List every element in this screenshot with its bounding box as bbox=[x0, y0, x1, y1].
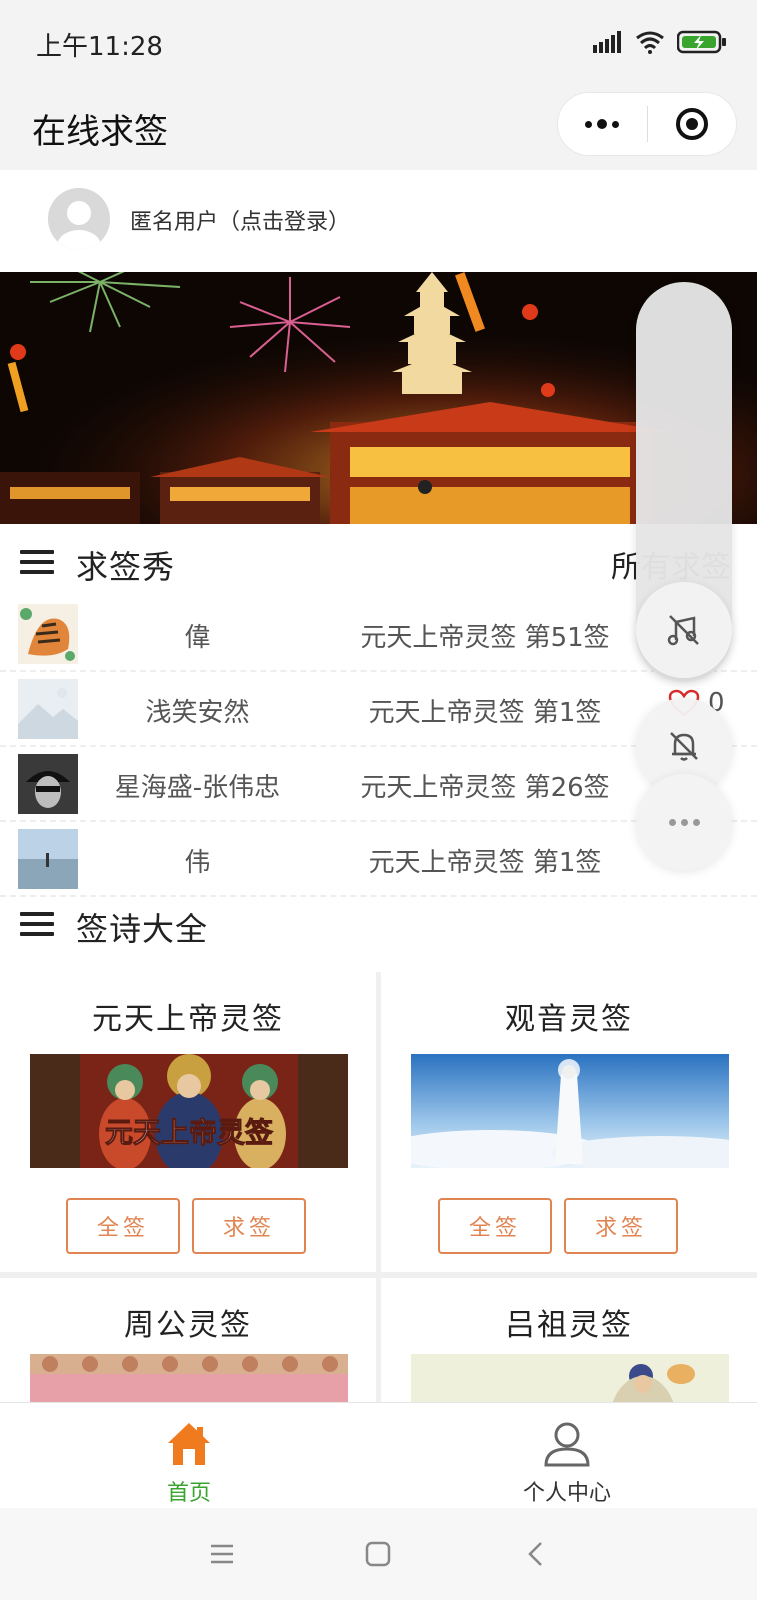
zhougong-image bbox=[30, 1354, 348, 1402]
battery-icon bbox=[677, 30, 726, 54]
poem-card[interactable]: 观音灵签 全签 求签 bbox=[381, 972, 757, 1272]
nav-home-button[interactable] bbox=[356, 1532, 400, 1576]
close-mini-program-button[interactable] bbox=[648, 93, 737, 155]
card-title: 元天上帝灵签 bbox=[92, 1002, 284, 1037]
draw-result: 元天上帝灵签 第1签 bbox=[368, 848, 602, 878]
page-title: 在线求签 bbox=[32, 112, 168, 152]
card-title: 周公灵签 bbox=[124, 1308, 252, 1343]
square-icon bbox=[365, 1541, 391, 1567]
avatar bbox=[48, 188, 110, 250]
draw-result: 元天上帝灵签 第1签 bbox=[368, 698, 602, 728]
tab-profile[interactable]: 个人中心 bbox=[378, 1413, 756, 1506]
guanyin-image bbox=[411, 1054, 729, 1168]
floating-music-button[interactable] bbox=[636, 582, 732, 678]
card-title: 观音灵签 bbox=[505, 1002, 633, 1037]
poem-card[interactable]: 元天上帝灵签 元天上帝灵签 全签 求签 bbox=[0, 972, 376, 1272]
user-icon bbox=[544, 1422, 590, 1467]
carousel-indicator[interactable] bbox=[418, 480, 432, 494]
all-poems-button[interactable]: 全签 bbox=[438, 1198, 552, 1254]
target-icon bbox=[675, 108, 708, 140]
status-time: 上午11:28 bbox=[36, 32, 163, 62]
card-title: 吕祖灵签 bbox=[505, 1308, 633, 1343]
user-avatar bbox=[18, 604, 78, 664]
system-nav-bar bbox=[0, 1508, 757, 1600]
user-name: 偉 bbox=[184, 623, 211, 653]
draw-result: 元天上帝灵签 第51签 bbox=[360, 623, 610, 653]
poem-card[interactable]: 周公灵签 bbox=[0, 1278, 376, 1402]
draw-button[interactable]: 求签 bbox=[192, 1198, 306, 1254]
title-bar: 在线求签 bbox=[0, 84, 757, 170]
status-bar: 上午11:28 bbox=[0, 0, 757, 84]
image-caption: 元天上帝灵签 bbox=[105, 1116, 273, 1149]
chevron-left-icon bbox=[528, 1542, 542, 1566]
signal-icon bbox=[593, 31, 621, 53]
draw-result: 元天上帝灵签 第26签 bbox=[360, 773, 610, 803]
user-name: 伟 bbox=[184, 848, 211, 878]
user-name: 星海盛-张伟忠 bbox=[114, 773, 281, 803]
menu-lines-icon bbox=[211, 1544, 233, 1564]
user-avatar bbox=[18, 679, 78, 739]
tab-label: 个人中心 bbox=[522, 1481, 611, 1506]
poems-section-header: 签诗大全 bbox=[0, 886, 757, 962]
tab-home[interactable]: 首页 bbox=[0, 1413, 378, 1506]
mini-program-capsule bbox=[557, 92, 737, 156]
more-options-button[interactable] bbox=[558, 93, 647, 155]
user-avatar bbox=[18, 829, 78, 889]
bell-off-icon bbox=[670, 732, 698, 761]
nav-back-button[interactable] bbox=[514, 1532, 558, 1576]
login-prompt[interactable]: 匿名用户（点击登录） bbox=[130, 204, 350, 236]
poem-grid: 元天上帝灵签 元天上帝灵签 全签 求签 观音灵签 全签 求签 周公灵签 吕祖灵签 bbox=[0, 972, 757, 1402]
tab-bar: 首页 个人中心 bbox=[0, 1402, 757, 1508]
user-login-bar[interactable]: 匿名用户（点击登录） bbox=[0, 170, 757, 272]
wifi-icon bbox=[636, 31, 664, 54]
more-dots-icon bbox=[585, 119, 620, 129]
lvzu-image bbox=[411, 1354, 729, 1402]
tab-label: 首页 bbox=[166, 1481, 211, 1506]
section-title: 签诗大全 bbox=[76, 910, 209, 948]
user-avatar bbox=[18, 754, 78, 814]
section-title: 求签秀 bbox=[76, 548, 176, 586]
status-icons bbox=[593, 28, 727, 56]
menu-icon bbox=[20, 912, 54, 936]
home-icon bbox=[168, 1423, 210, 1465]
more-dots-icon bbox=[668, 818, 700, 826]
deity-image: 元天上帝灵签 bbox=[30, 1054, 348, 1168]
user-name: 浅笑安然 bbox=[145, 698, 250, 728]
nav-menu-button[interactable] bbox=[200, 1532, 244, 1576]
draw-button[interactable]: 求签 bbox=[564, 1198, 678, 1254]
music-off-icon bbox=[667, 615, 699, 646]
floating-more-button[interactable] bbox=[636, 774, 732, 870]
poem-card[interactable]: 吕祖灵签 bbox=[381, 1278, 757, 1402]
all-poems-button[interactable]: 全签 bbox=[66, 1198, 180, 1254]
menu-icon bbox=[20, 550, 54, 574]
